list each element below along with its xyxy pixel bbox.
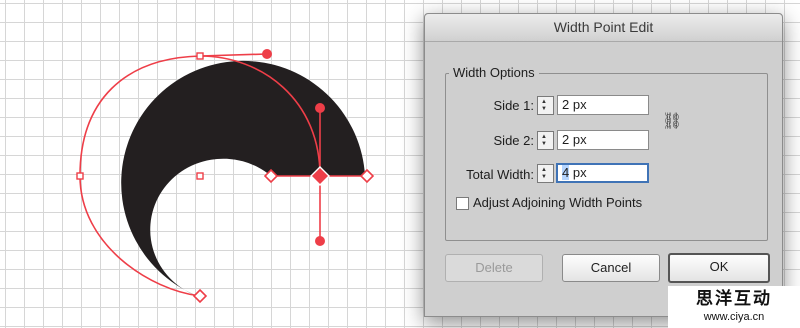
side2-label: Side 2: <box>493 133 534 148</box>
total-width-unit: px <box>569 165 587 180</box>
center-point <box>196 172 204 180</box>
stroke-shape[interactable] <box>121 60 365 297</box>
side1-input[interactable]: 2 px <box>557 95 649 115</box>
width-point-edit-dialog: Width Point Edit Width Options Side 1: ▲… <box>424 13 783 317</box>
cancel-button[interactable]: Cancel <box>562 254 660 282</box>
total-width-input[interactable]: 4 px <box>556 163 649 183</box>
total-width-stepper[interactable]: ▲ ▼ <box>537 164 554 183</box>
handle-dot-top[interactable] <box>262 49 272 59</box>
width-point-end[interactable] <box>192 288 208 304</box>
link-chain-icon[interactable]: ⛓ <box>662 111 682 131</box>
adjust-adjoining-label[interactable]: Adjust Adjoining Width Points <box>473 195 642 210</box>
dialog-title[interactable]: Width Point Edit <box>425 14 782 42</box>
side1-label: Side 1: <box>493 98 534 113</box>
anchor-point-top[interactable] <box>196 52 204 60</box>
watermark-line2: www.ciya.cn <box>703 311 765 323</box>
adjust-adjoining-checkbox[interactable] <box>456 197 469 210</box>
side1-stepper[interactable]: ▲ ▼ <box>537 96 554 115</box>
ok-button[interactable]: OK <box>668 253 770 283</box>
watermark: 思洋互动 www.ciya.cn <box>668 286 800 328</box>
anchor-point-left[interactable] <box>76 172 84 180</box>
delete-button[interactable]: Delete <box>445 254 543 282</box>
handle-dot-lower[interactable] <box>315 236 325 246</box>
total-width-label: Total Width: <box>466 167 534 182</box>
side2-stepper[interactable]: ▲ ▼ <box>537 131 554 150</box>
watermark-line1: 思洋互动 <box>696 289 772 308</box>
handle-line-top <box>199 53 268 57</box>
side2-input[interactable]: 2 px <box>557 130 649 150</box>
handle-dot-upper[interactable] <box>315 103 325 113</box>
width-options-title: Width Options <box>449 65 539 80</box>
